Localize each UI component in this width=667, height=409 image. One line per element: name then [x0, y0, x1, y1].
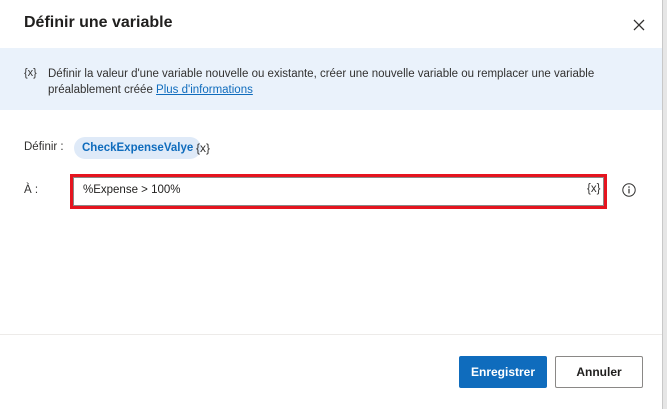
- close-icon: [633, 19, 645, 31]
- banner-description: Définir la valeur d'une variable nouvell…: [48, 68, 595, 96]
- variable-picker-icon[interactable]: {x}: [196, 141, 210, 155]
- more-info-link[interactable]: Plus d'informations: [156, 84, 253, 96]
- window-edge-line: [662, 0, 663, 409]
- to-label: À :: [24, 184, 39, 196]
- save-button[interactable]: Enregistrer: [459, 356, 547, 388]
- variable-icon: {x}: [24, 67, 37, 79]
- info-banner: {x} Définir la valeur d'une variable nou…: [0, 48, 662, 110]
- footer-divider: [0, 334, 662, 335]
- dialog-title: Définir une variable: [24, 14, 173, 31]
- highlight-box: [70, 174, 607, 209]
- info-icon[interactable]: [622, 183, 636, 197]
- set-variable-dialog: Définir une variable {x} Définir la vale…: [0, 0, 662, 409]
- set-label: Définir :: [24, 141, 64, 153]
- cancel-button[interactable]: Annuler: [555, 356, 643, 388]
- variable-name-chip[interactable]: CheckExpenseValye: [74, 137, 202, 159]
- close-button[interactable]: [628, 14, 650, 36]
- banner-text: Définir la valeur d'une variable nouvell…: [48, 66, 638, 98]
